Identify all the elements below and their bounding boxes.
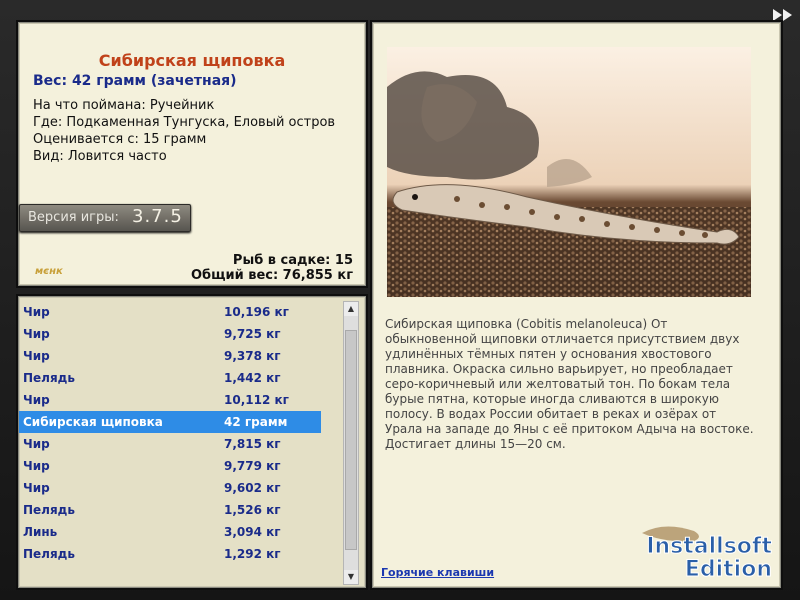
scroll-down-icon[interactable]: ▼ xyxy=(344,570,358,584)
fish-weight-cell: 1,526 кг xyxy=(224,503,281,517)
catch-stats: Рыб в садке: 15 Общий вес: 76,855 кг xyxy=(191,253,353,283)
list-scrollbar[interactable]: ▲ ▼ xyxy=(343,301,359,585)
list-item[interactable]: Пелядь 1,292 кг xyxy=(19,543,321,565)
list-item[interactable]: Чир 9,602 кг xyxy=(19,477,321,499)
fish-name: Пелядь xyxy=(23,547,75,561)
fish-info-panel: Сибирская щиповка Вес: 42 грамм (зачетна… xyxy=(18,22,366,286)
game-logo: мєнк xyxy=(35,266,63,277)
fish-weight-cell: 10,196 кг xyxy=(224,305,289,319)
list-item[interactable]: Чир 9,725 кг xyxy=(19,323,321,345)
fish-name: Чир xyxy=(23,305,50,319)
fish-description: Сибирская щиповка (Cobitis melanoleuca) … xyxy=(385,317,754,451)
total-weight: Общий вес: 76,855 кг xyxy=(190,268,353,283)
fish-name: Линь xyxy=(23,525,58,539)
fish-photo-illustration xyxy=(387,47,751,297)
hotkeys-link[interactable]: Горячие клавиши xyxy=(381,566,494,579)
list-item[interactable]: Пелядь 1,442 кг xyxy=(19,367,321,389)
fish-count: Рыб в садке: 15 xyxy=(232,253,353,268)
version-number: 3.7.5 xyxy=(132,206,183,227)
fish-weight-cell: 1,292 кг xyxy=(224,547,281,561)
game-window: Сибирская щиповка Вес: 42 грамм (зачетна… xyxy=(0,0,800,600)
fish-name: Сибирская щиповка xyxy=(23,415,163,429)
catch-list-panel: Чир 10,196 кг Чир 9,725 кг Чир 9,378 кг Пел… xyxy=(18,296,366,588)
fish-name: Чир xyxy=(23,437,50,451)
scroll-up-icon[interactable]: ▲ xyxy=(344,302,358,316)
fish-weight-cell: 9,602 кг xyxy=(224,481,281,495)
fish-name: Чир xyxy=(23,349,50,363)
version-label: Версия игры: xyxy=(28,210,119,225)
list-item[interactable]: Линь 3,094 кг xyxy=(19,521,321,543)
fish-details: На что поймана: Ручейник Где: Подкаменна… xyxy=(33,97,335,165)
watermark-line1: Installsoft xyxy=(646,534,772,559)
fish-name: Пелядь xyxy=(23,503,75,517)
fish-weight-cell: 7,815 кг xyxy=(224,437,281,451)
list-item[interactable]: Чир 10,196 кг xyxy=(19,301,321,323)
installsoft-watermark: Installsoft Edition xyxy=(642,526,773,579)
fish-weight-cell: 3,094 кг xyxy=(224,525,281,539)
list-item[interactable]: Чир 9,378 кг xyxy=(19,345,321,367)
fast-forward-icon[interactable] xyxy=(772,8,794,22)
list-item-selected[interactable]: Сибирская щиповка 42 грамм xyxy=(19,411,321,433)
fish-weight-cell: 10,112 кг xyxy=(224,393,289,407)
fish-weight-cell: 9,725 кг xyxy=(224,327,281,341)
list-item[interactable]: Чир 9,779 кг xyxy=(19,455,321,477)
scrollbar-thumb[interactable] xyxy=(345,330,357,550)
fish-weight-cell: 9,779 кг xyxy=(224,459,281,473)
fish-description-panel: Сибирская щиповка (Cobitis melanoleuca) … xyxy=(372,22,781,588)
list-item[interactable]: Пелядь 1,526 кг xyxy=(19,499,321,521)
frequency: Вид: Ловится часто xyxy=(33,149,167,164)
fish-name: Чир xyxy=(23,393,50,407)
fish-weight: Вес: 42 грамм (зачетная) xyxy=(33,73,237,89)
fish-weight-cell: 9,378 кг xyxy=(224,349,281,363)
catch-location: Где: Подкаменная Тунгуска, Еловый остров xyxy=(33,115,336,130)
list-item[interactable]: Чир 7,815 кг xyxy=(19,433,321,455)
list-item[interactable]: Чир 10,112 кг xyxy=(19,389,321,411)
fish-name: Чир xyxy=(23,481,50,495)
fish-title: Сибирская щиповка xyxy=(98,51,286,70)
fish-name: Чир xyxy=(23,327,50,341)
fish-name: Пелядь xyxy=(23,371,75,385)
watermark-line2: Edition xyxy=(685,557,772,579)
fish-name: Чир xyxy=(23,459,50,473)
catch-list: Чир 10,196 кг Чир 9,725 кг Чир 9,378 кг Пел… xyxy=(19,301,321,565)
fish-weight-cell: 1,442 кг xyxy=(224,371,281,385)
fish-photo xyxy=(387,47,751,297)
version-badge: Версия игры: 3.7.5 xyxy=(19,204,191,232)
caught-with: На что поймана: Ручейник xyxy=(33,98,215,113)
rated-from: Оценивается с: 15 грамм xyxy=(33,132,207,147)
fish-weight-cell: 42 грамм xyxy=(224,415,288,429)
